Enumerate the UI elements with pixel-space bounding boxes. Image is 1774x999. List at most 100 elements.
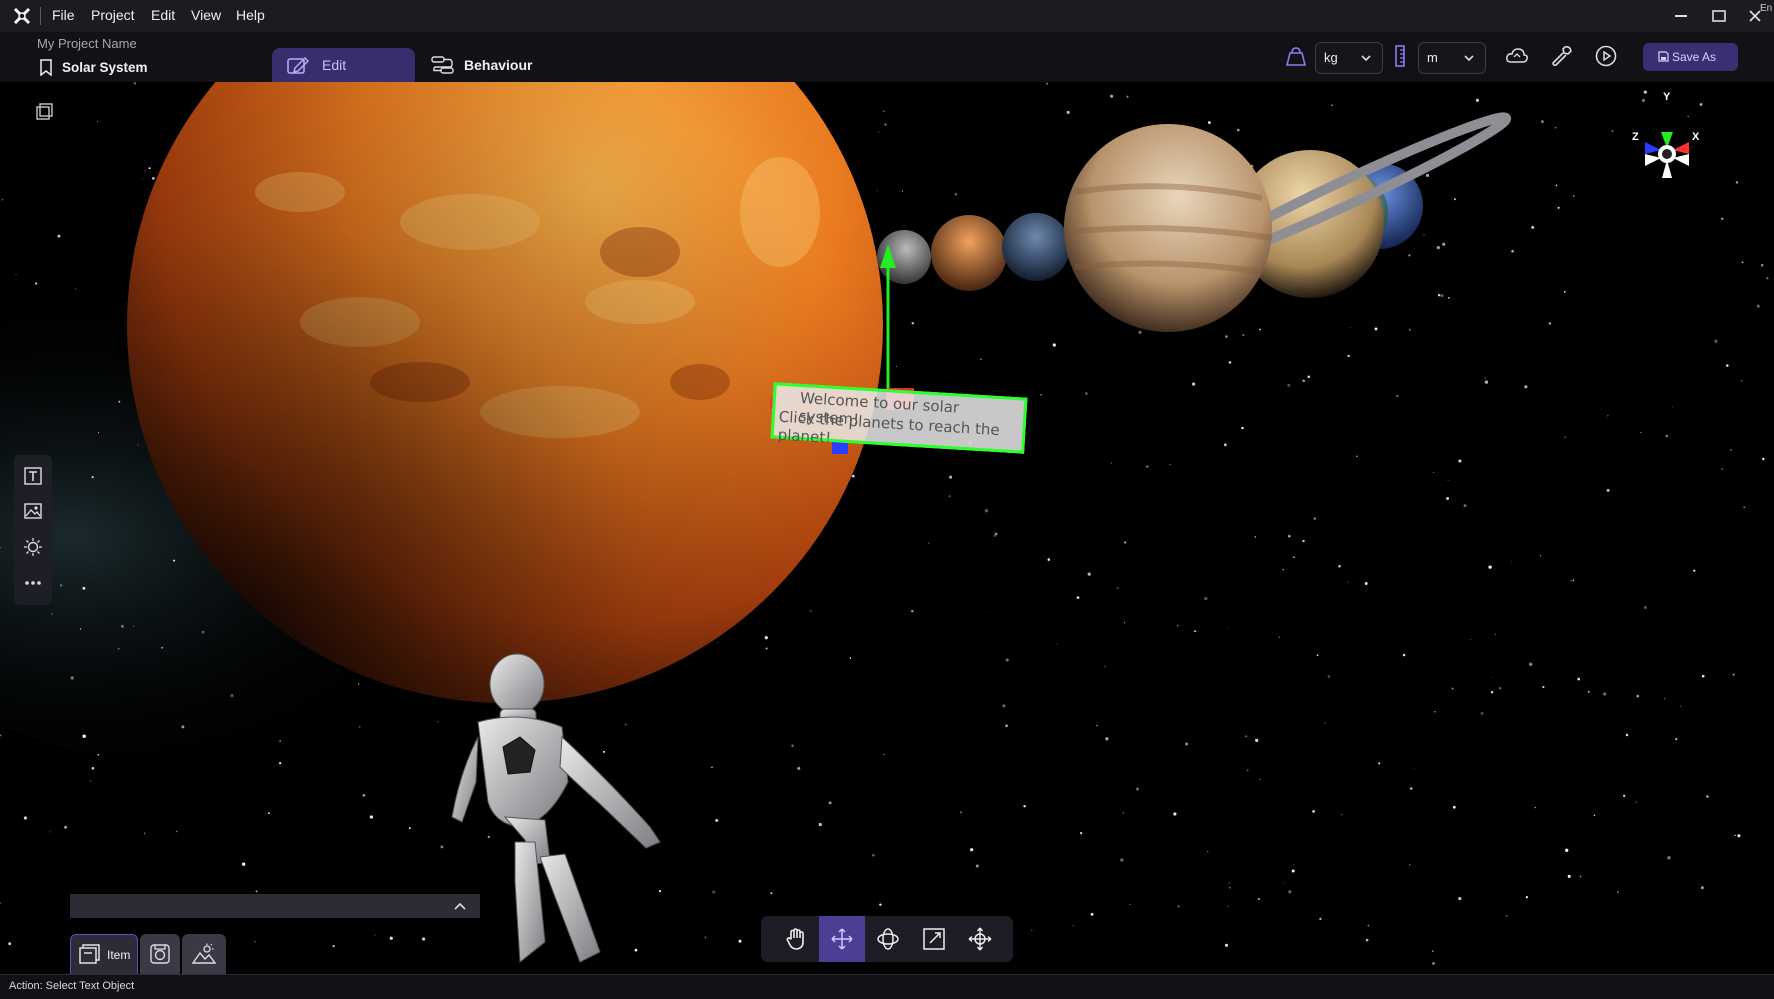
star (1046, 82, 1048, 85)
star (1302, 539, 1305, 543)
star (1663, 698, 1666, 700)
add-text-icon[interactable] (23, 466, 43, 486)
pan-tool-button[interactable] (773, 916, 819, 962)
environment-landscape-icon (192, 943, 216, 964)
scene-viewport[interactable]: Y X Z Welcome to our solar system! Click… (0, 82, 1774, 974)
star (1541, 120, 1544, 123)
star (1282, 568, 1285, 571)
length-unit-select[interactable]: m (1418, 42, 1486, 74)
star (1224, 943, 1229, 947)
star (436, 721, 439, 723)
add-image-icon[interactable] (23, 501, 43, 521)
star (1693, 569, 1696, 572)
star (181, 725, 185, 729)
star (362, 794, 366, 797)
star (1255, 738, 1259, 743)
star (960, 811, 963, 814)
mass-unit-select[interactable]: kg (1315, 42, 1383, 74)
star (1124, 541, 1127, 544)
star (1534, 806, 1536, 809)
menu-edit[interactable]: Edit (151, 7, 175, 23)
star (911, 609, 914, 613)
menu-view[interactable]: View (191, 7, 221, 23)
star (1023, 804, 1026, 808)
star (137, 444, 139, 446)
star (1643, 605, 1647, 610)
star (1242, 334, 1245, 336)
star (1208, 121, 1211, 124)
star (148, 167, 151, 170)
star (1307, 375, 1311, 379)
star (1349, 327, 1351, 329)
transform-all-tool-button[interactable] (957, 916, 1003, 962)
star (1453, 198, 1456, 201)
tab-behaviour[interactable]: Behaviour (428, 48, 558, 82)
star (132, 625, 135, 628)
star (1434, 711, 1436, 713)
maximize-icon[interactable] (1709, 6, 1729, 26)
star (876, 190, 878, 192)
star (1207, 850, 1209, 853)
star (1687, 115, 1689, 117)
star (791, 744, 794, 748)
star (949, 475, 953, 479)
add-light-icon[interactable] (23, 537, 43, 557)
star (1640, 431, 1642, 434)
save-disk-icon (1658, 51, 1669, 62)
star (91, 475, 94, 479)
star (1169, 464, 1171, 466)
tab-item[interactable]: Item (70, 934, 138, 975)
menu-help[interactable]: Help (236, 7, 265, 23)
app-logo-icon[interactable] (12, 6, 32, 26)
star (1356, 455, 1358, 458)
star (358, 726, 361, 728)
behaviour-icon (431, 56, 454, 74)
hand-icon (786, 928, 804, 950)
star (1732, 673, 1735, 676)
cloud-sync-icon[interactable] (1505, 45, 1529, 67)
bottom-panel: Item (70, 854, 480, 975)
menu-file[interactable]: File (52, 7, 75, 23)
star (895, 366, 898, 368)
star (1364, 582, 1368, 585)
star (1442, 242, 1446, 246)
scene-objects-icon (150, 944, 170, 964)
scale-tool-button[interactable] (911, 916, 957, 962)
scene-canvas[interactable] (0, 82, 1774, 974)
star (1002, 704, 1006, 708)
star (1090, 912, 1094, 916)
star (49, 831, 51, 833)
save-as-button[interactable]: Save As (1643, 43, 1738, 71)
tab-edit[interactable]: Edit (272, 48, 415, 82)
star (117, 647, 120, 650)
star (1185, 742, 1189, 746)
minimize-icon[interactable] (1671, 6, 1691, 26)
star (143, 832, 146, 835)
star (1413, 767, 1415, 769)
star (1565, 848, 1569, 852)
more-options-icon[interactable] (23, 573, 43, 593)
play-preview-icon[interactable] (1594, 44, 1618, 68)
wrench-settings-icon[interactable] (1550, 44, 1574, 68)
tab-scene-objects[interactable] (140, 934, 180, 974)
rotate-tool-button[interactable] (865, 916, 911, 962)
move-tool-button[interactable] (819, 916, 865, 962)
star (872, 854, 875, 857)
star (1227, 905, 1229, 907)
star (1579, 875, 1582, 878)
star (1246, 769, 1249, 772)
star (1577, 677, 1580, 681)
star (1245, 735, 1248, 738)
star (1324, 722, 1326, 724)
star (1672, 406, 1673, 408)
star (1374, 327, 1378, 331)
star (810, 610, 812, 612)
menu-project[interactable]: Project (91, 7, 135, 23)
tab-environment[interactable] (182, 934, 226, 974)
star (1146, 465, 1149, 468)
star (1177, 905, 1180, 908)
chevron-up-icon[interactable] (453, 900, 467, 912)
star (1079, 831, 1083, 835)
star (1223, 443, 1227, 447)
panel-layers-icon[interactable] (32, 98, 60, 126)
